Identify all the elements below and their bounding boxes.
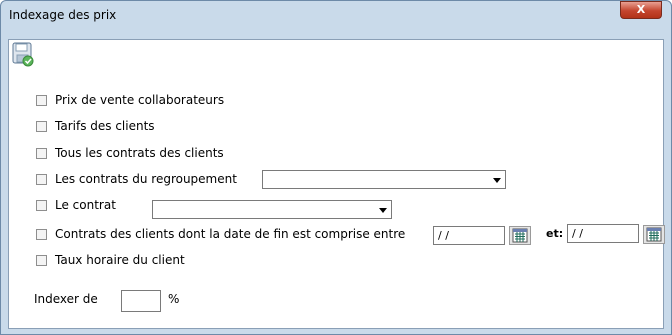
label-taux-horaire: Taux horaire du client xyxy=(55,253,185,267)
contrat-select[interactable] xyxy=(152,200,392,219)
label-and: et: xyxy=(546,227,564,240)
date-from-field[interactable]: / / xyxy=(433,226,505,245)
index-percent-input[interactable] xyxy=(121,290,161,312)
dialog-window: Indexage des prix X Prix de vente collab… xyxy=(0,0,672,335)
window-title: Indexage des prix xyxy=(9,8,117,22)
label-tarifs-clients: Tarifs des clients xyxy=(55,119,155,133)
label-contrats-date-fin: Contrats des clients dont la date de fin… xyxy=(55,227,406,241)
checkbox-prix-vente[interactable] xyxy=(36,95,47,106)
calendar-icon[interactable] xyxy=(509,226,531,245)
checkbox-contrats-regroupement[interactable] xyxy=(36,174,47,185)
label-contrats-regroupement: Les contrats du regroupement xyxy=(55,172,237,186)
label-le-contrat: Le contrat xyxy=(55,198,116,212)
checkbox-tarifs-clients[interactable] xyxy=(36,121,47,132)
chevron-down-icon[interactable] xyxy=(490,172,504,187)
date-to-field[interactable]: / / xyxy=(567,224,639,243)
chevron-down-icon[interactable] xyxy=(376,202,390,217)
regroupement-select[interactable] xyxy=(262,170,506,189)
checkbox-le-contrat[interactable] xyxy=(36,200,47,211)
checkbox-taux-horaire[interactable] xyxy=(36,255,47,266)
title-bar: Indexage des prix X xyxy=(1,1,671,27)
calendar-icon[interactable] xyxy=(643,225,665,244)
index-label: Indexer de xyxy=(34,292,98,306)
checkbox-tous-contrats[interactable] xyxy=(36,148,47,159)
percent-unit: % xyxy=(168,292,180,306)
close-button[interactable]: X xyxy=(620,1,662,19)
floppy-disk-save-icon[interactable] xyxy=(12,42,34,67)
label-prix-vente: Prix de vente collaborateurs xyxy=(55,93,225,107)
checkbox-contrats-date-fin[interactable] xyxy=(36,229,47,240)
dialog-content: Prix de vente collaborateurs Tarifs des … xyxy=(8,39,665,329)
label-tous-contrats: Tous les contrats des clients xyxy=(55,146,224,160)
